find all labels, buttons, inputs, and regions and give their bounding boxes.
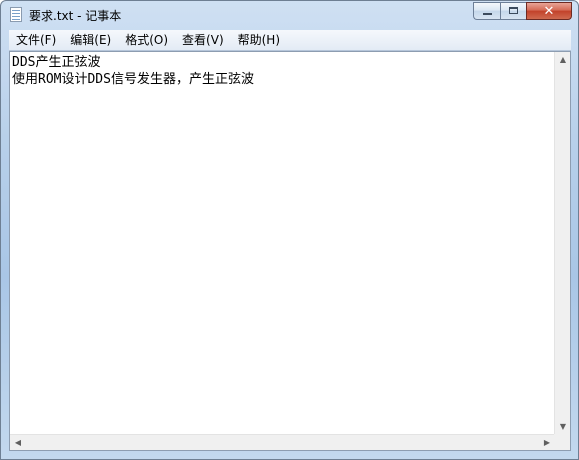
close-icon: ✕	[543, 4, 555, 19]
scroll-down-icon[interactable]: ▼	[555, 419, 571, 435]
size-grip[interactable]	[554, 434, 570, 450]
maximize-button[interactable]	[500, 2, 526, 20]
notepad-icon[interactable]	[10, 7, 22, 22]
minimize-icon	[483, 13, 492, 15]
menu-help[interactable]: 帮助(H)	[231, 30, 287, 50]
editor-line: DDS产生正弦波	[12, 55, 101, 70]
horizontal-scrollbar[interactable]: ◀ ▶	[10, 434, 555, 450]
menu-bar: 文件(F) 编辑(E) 格式(O) 查看(V) 帮助(H)	[9, 30, 571, 51]
editor-area: DDS产生正弦波使用ROM设计DDS信号发生器，产生正弦波 ▲ ▼ ◀ ▶	[9, 51, 571, 451]
minimize-button[interactable]	[473, 2, 500, 20]
window-title: 要求.txt - 记事本	[29, 9, 122, 23]
title-bar[interactable]: 要求.txt - 记事本 ✕	[1, 1, 578, 29]
notepad-window: 要求.txt - 记事本 ✕ 文件(F) 编辑(E) 格式(O) 查看(V) 帮…	[0, 0, 579, 460]
menu-edit[interactable]: 编辑(E)	[63, 30, 118, 50]
scroll-up-icon[interactable]: ▲	[555, 52, 571, 68]
caption-buttons: ✕	[473, 2, 572, 21]
scroll-right-icon[interactable]: ▶	[539, 435, 555, 451]
menu-format[interactable]: 格式(O)	[118, 30, 175, 50]
scroll-left-icon[interactable]: ◀	[10, 435, 26, 451]
editor-line: 使用ROM设计DDS信号发生器，产生正弦波	[12, 72, 254, 87]
maximize-icon	[509, 7, 518, 14]
vertical-scrollbar[interactable]: ▲ ▼	[554, 52, 570, 435]
menu-file[interactable]: 文件(F)	[9, 30, 63, 50]
text-editor[interactable]: DDS产生正弦波使用ROM设计DDS信号发生器，产生正弦波	[10, 52, 555, 434]
close-button[interactable]: ✕	[526, 2, 572, 20]
menu-view[interactable]: 查看(V)	[175, 30, 231, 50]
